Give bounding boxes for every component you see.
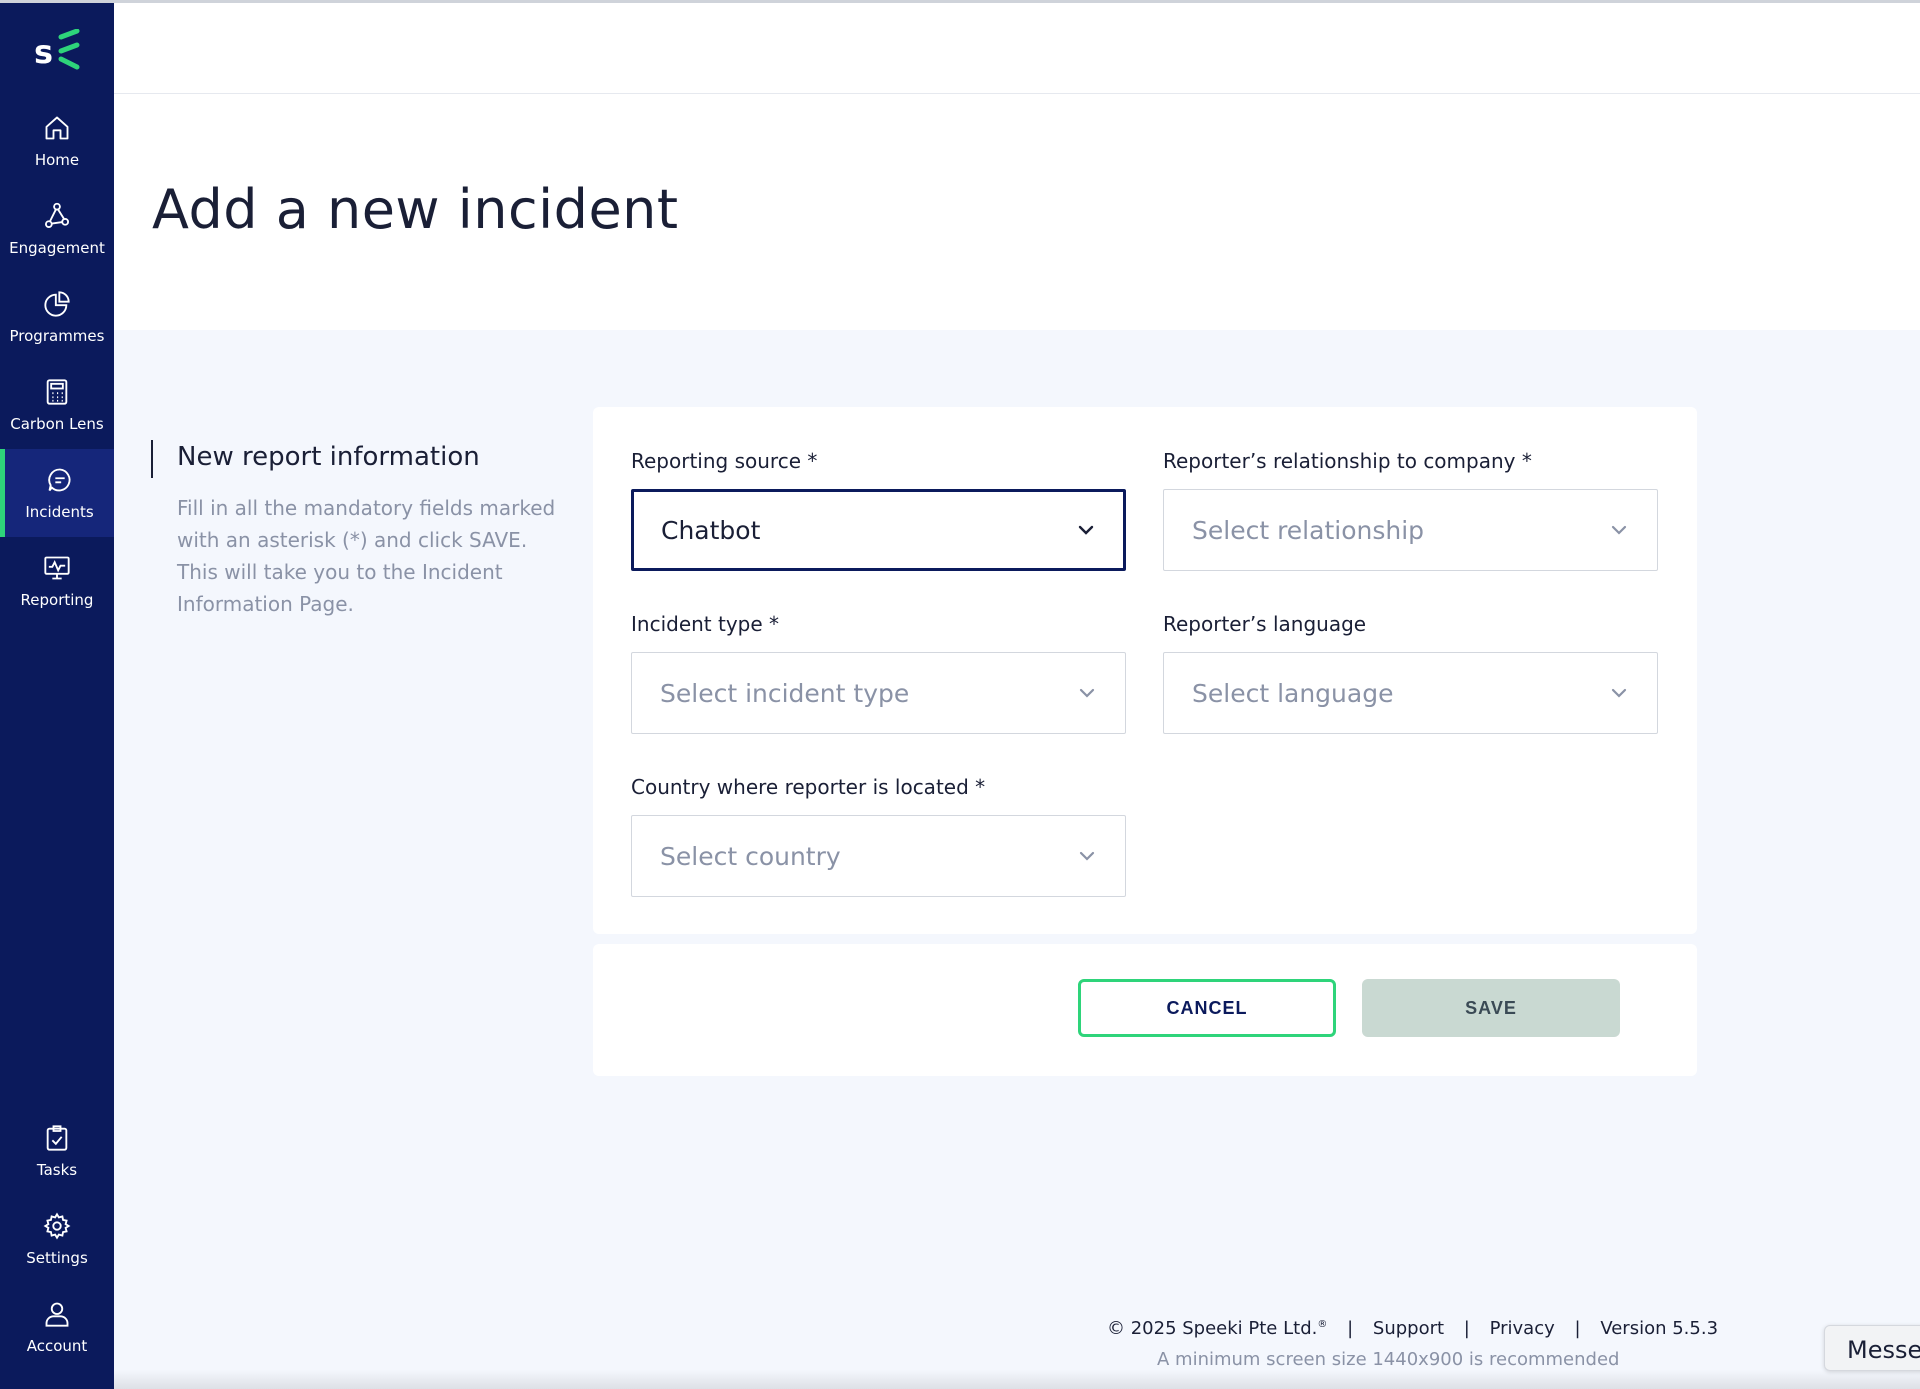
nav-label: Engagement bbox=[9, 239, 105, 257]
nav-item-tasks[interactable]: Tasks bbox=[0, 1107, 114, 1195]
nav-item-incidents[interactable]: Incidents bbox=[0, 449, 114, 537]
gear-icon bbox=[42, 1211, 72, 1241]
nav-label: Incidents bbox=[25, 503, 94, 521]
sidebar: s Home Engagement Programmes Carbon Lens bbox=[0, 0, 114, 1389]
network-icon bbox=[42, 201, 72, 231]
home-icon bbox=[42, 113, 72, 143]
calculator-icon bbox=[42, 377, 72, 407]
nav-label: Programmes bbox=[9, 327, 105, 345]
relationship-placeholder: Select relationship bbox=[1192, 515, 1425, 545]
top-bar bbox=[114, 0, 1920, 94]
title-area: Add a new incident bbox=[114, 94, 1920, 330]
reporting-source-label: Reporting source * bbox=[631, 449, 818, 473]
nav-item-account[interactable]: Account bbox=[0, 1283, 114, 1371]
cancel-button[interactable]: CANCEL bbox=[1078, 979, 1336, 1037]
chevron-down-icon bbox=[1609, 520, 1629, 540]
form-actions-card: CANCEL SAVE bbox=[593, 944, 1697, 1076]
language-placeholder: Select language bbox=[1192, 678, 1394, 708]
footer-separator: | bbox=[1574, 1318, 1581, 1339]
nav-item-settings[interactable]: Settings bbox=[0, 1195, 114, 1283]
messenger-button[interactable]: Messe bbox=[1824, 1325, 1920, 1371]
speeki-logo[interactable]: s bbox=[0, 29, 114, 73]
nav-label: Settings bbox=[26, 1249, 88, 1267]
nav-label: Tasks bbox=[36, 1161, 78, 1179]
svg-text:s: s bbox=[34, 33, 53, 71]
footer-links: © 2025 Speeki Pte Ltd.® | Support | Priv… bbox=[1107, 1318, 1718, 1339]
chat-bubble-icon bbox=[45, 465, 75, 495]
language-label: Reporter’s language bbox=[1163, 612, 1367, 636]
privacy-link[interactable]: Privacy bbox=[1490, 1318, 1555, 1339]
save-button[interactable]: SAVE bbox=[1362, 979, 1620, 1037]
incident-type-label: Incident type * bbox=[631, 612, 780, 636]
user-icon bbox=[42, 1299, 72, 1329]
nav-item-home[interactable]: Home bbox=[0, 97, 114, 185]
incident-form-card: Reporting source * Chatbot Reporter’s re… bbox=[593, 407, 1697, 934]
nav-label: Account bbox=[26, 1337, 88, 1355]
nav-item-programmes[interactable]: Programmes bbox=[0, 273, 114, 361]
country-placeholder: Select country bbox=[660, 841, 841, 871]
country-label: Country where reporter is located * bbox=[631, 775, 986, 799]
reporting-source-select[interactable]: Chatbot bbox=[631, 489, 1126, 571]
nav-label: Home bbox=[34, 151, 80, 169]
chevron-down-icon bbox=[1076, 520, 1096, 540]
nav-label: Reporting bbox=[20, 591, 94, 609]
chevron-down-icon bbox=[1077, 846, 1097, 866]
screen-size-note: A minimum screen size 1440x900 is recomm… bbox=[1157, 1349, 1620, 1370]
nav-label: Carbon Lens bbox=[10, 415, 104, 433]
page-title: Add a new incident bbox=[152, 178, 679, 241]
monitor-chart-icon bbox=[42, 553, 72, 583]
relationship-label: Reporter’s relationship to company * bbox=[1163, 449, 1532, 473]
registered-mark: ® bbox=[1317, 1319, 1328, 1330]
bottom-edge bbox=[114, 1370, 1920, 1389]
relationship-select[interactable]: Select relationship bbox=[1163, 489, 1658, 571]
footer-separator: | bbox=[1463, 1318, 1470, 1339]
nav-item-engagement[interactable]: Engagement bbox=[0, 185, 114, 273]
country-select[interactable]: Select country bbox=[631, 815, 1126, 897]
clipboard-check-icon bbox=[42, 1123, 72, 1153]
footer-separator: | bbox=[1347, 1318, 1354, 1339]
support-link[interactable]: Support bbox=[1373, 1318, 1444, 1339]
nav-item-reporting[interactable]: Reporting bbox=[0, 537, 114, 625]
chevron-down-icon bbox=[1077, 683, 1097, 703]
version-text: Version 5.5.3 bbox=[1600, 1318, 1719, 1339]
info-title: New report information bbox=[177, 442, 480, 472]
info-description: Fill in all the mandatory fields marked … bbox=[177, 496, 556, 616]
pie-chart-icon bbox=[42, 289, 72, 319]
nav-item-carbon-lens[interactable]: Carbon Lens bbox=[0, 361, 114, 449]
copyright-text: © 2025 Speeki Pte Ltd. bbox=[1107, 1318, 1318, 1339]
reporting-source-value: Chatbot bbox=[661, 515, 761, 545]
incident-type-select[interactable]: Select incident type bbox=[631, 652, 1126, 734]
incident-type-placeholder: Select incident type bbox=[660, 678, 910, 708]
language-select[interactable]: Select language bbox=[1163, 652, 1658, 734]
chevron-down-icon bbox=[1609, 683, 1629, 703]
